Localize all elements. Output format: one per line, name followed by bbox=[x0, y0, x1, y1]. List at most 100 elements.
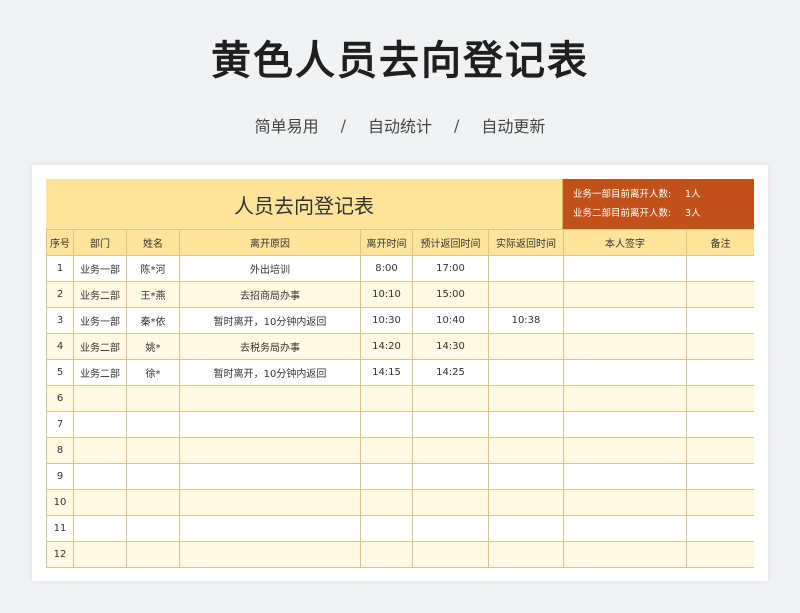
reason-cell[interactable] bbox=[179, 489, 361, 516]
signature-cell[interactable] bbox=[563, 541, 687, 568]
col-header-dept[interactable]: 部门 bbox=[73, 229, 127, 256]
leave-time-cell[interactable] bbox=[360, 463, 413, 490]
actual-return-cell[interactable] bbox=[488, 489, 564, 516]
actual-return-cell[interactable] bbox=[488, 437, 564, 464]
signature-cell[interactable] bbox=[563, 437, 687, 464]
index-cell[interactable]: 12 bbox=[46, 541, 74, 568]
notes-cell[interactable] bbox=[686, 463, 754, 490]
name-cell[interactable]: 陈*河 bbox=[126, 255, 180, 282]
signature-cell[interactable] bbox=[563, 255, 687, 282]
col-header-reason[interactable]: 离开原因 bbox=[179, 229, 361, 256]
name-cell[interactable]: 秦*依 bbox=[126, 307, 180, 334]
summary-value[interactable]: 1人 bbox=[685, 185, 701, 204]
expected-return-cell[interactable]: 15:00 bbox=[412, 281, 489, 308]
col-header-actual-return[interactable]: 实际返回时间 bbox=[488, 229, 564, 256]
index-cell[interactable]: 6 bbox=[46, 385, 74, 412]
name-cell[interactable] bbox=[126, 515, 180, 542]
signature-cell[interactable] bbox=[563, 385, 687, 412]
name-cell[interactable] bbox=[126, 437, 180, 464]
leave-time-cell[interactable]: 14:15 bbox=[360, 359, 413, 386]
leave-time-cell[interactable] bbox=[360, 411, 413, 438]
notes-cell[interactable] bbox=[686, 437, 754, 464]
dept-cell[interactable]: 业务二部 bbox=[73, 359, 127, 386]
expected-return-cell[interactable]: 14:30 bbox=[412, 333, 489, 360]
notes-cell[interactable] bbox=[686, 385, 754, 412]
reason-cell[interactable]: 去招商局办事 bbox=[179, 281, 361, 308]
leave-time-cell[interactable]: 10:30 bbox=[360, 307, 413, 334]
reason-cell[interactable] bbox=[179, 385, 361, 412]
name-cell[interactable] bbox=[126, 411, 180, 438]
notes-cell[interactable] bbox=[686, 489, 754, 516]
expected-return-cell[interactable]: 17:00 bbox=[412, 255, 489, 282]
expected-return-cell[interactable] bbox=[412, 489, 489, 516]
name-cell[interactable] bbox=[126, 541, 180, 568]
signature-cell[interactable] bbox=[563, 515, 687, 542]
dept-cell[interactable]: 业务二部 bbox=[73, 333, 127, 360]
name-cell[interactable]: 徐* bbox=[126, 359, 180, 386]
index-cell[interactable]: 7 bbox=[46, 411, 74, 438]
leave-time-cell[interactable] bbox=[360, 515, 413, 542]
reason-cell[interactable] bbox=[179, 411, 361, 438]
actual-return-cell[interactable] bbox=[488, 463, 564, 490]
signature-cell[interactable] bbox=[563, 333, 687, 360]
actual-return-cell[interactable] bbox=[488, 541, 564, 568]
actual-return-cell[interactable] bbox=[488, 385, 564, 412]
reason-cell[interactable]: 暂时离开，10分钟内返回 bbox=[179, 359, 361, 386]
signature-cell[interactable] bbox=[563, 281, 687, 308]
notes-cell[interactable] bbox=[686, 359, 754, 386]
expected-return-cell[interactable] bbox=[412, 515, 489, 542]
reason-cell[interactable] bbox=[179, 437, 361, 464]
notes-cell[interactable] bbox=[686, 333, 754, 360]
reason-cell[interactable] bbox=[179, 541, 361, 568]
signature-cell[interactable] bbox=[563, 411, 687, 438]
reason-cell[interactable] bbox=[179, 515, 361, 542]
leave-time-cell[interactable] bbox=[360, 437, 413, 464]
dept-cell[interactable] bbox=[73, 385, 127, 412]
col-header-notes[interactable]: 备注 bbox=[686, 229, 754, 256]
signature-cell[interactable] bbox=[563, 463, 687, 490]
actual-return-cell[interactable]: 10:38 bbox=[488, 307, 564, 334]
col-header-leave-time[interactable]: 离开时间 bbox=[360, 229, 413, 256]
expected-return-cell[interactable] bbox=[412, 541, 489, 568]
dept-cell[interactable] bbox=[73, 541, 127, 568]
dept-cell[interactable]: 业务二部 bbox=[73, 281, 127, 308]
reason-cell[interactable] bbox=[179, 463, 361, 490]
leave-time-cell[interactable] bbox=[360, 541, 413, 568]
name-cell[interactable] bbox=[126, 489, 180, 516]
dept-cell[interactable] bbox=[73, 489, 127, 516]
actual-return-cell[interactable] bbox=[488, 515, 564, 542]
leave-time-cell[interactable]: 10:10 bbox=[360, 281, 413, 308]
actual-return-cell[interactable] bbox=[488, 359, 564, 386]
sheet-title[interactable]: 人员去向登记表 bbox=[46, 179, 563, 229]
actual-return-cell[interactable] bbox=[488, 255, 564, 282]
expected-return-cell[interactable] bbox=[412, 385, 489, 412]
leave-time-cell[interactable] bbox=[360, 385, 413, 412]
notes-cell[interactable] bbox=[686, 255, 754, 282]
dept-cell[interactable]: 业务一部 bbox=[73, 307, 127, 334]
dept-cell[interactable] bbox=[73, 515, 127, 542]
index-cell[interactable]: 2 bbox=[46, 281, 74, 308]
expected-return-cell[interactable] bbox=[412, 437, 489, 464]
dept-cell[interactable] bbox=[73, 411, 127, 438]
notes-cell[interactable] bbox=[686, 541, 754, 568]
index-cell[interactable]: 5 bbox=[46, 359, 74, 386]
notes-cell[interactable] bbox=[686, 281, 754, 308]
name-cell[interactable] bbox=[126, 385, 180, 412]
signature-cell[interactable] bbox=[563, 359, 687, 386]
notes-cell[interactable] bbox=[686, 515, 754, 542]
actual-return-cell[interactable] bbox=[488, 333, 564, 360]
signature-cell[interactable] bbox=[563, 489, 687, 516]
dept-cell[interactable] bbox=[73, 437, 127, 464]
actual-return-cell[interactable] bbox=[488, 411, 564, 438]
expected-return-cell[interactable]: 10:40 bbox=[412, 307, 489, 334]
index-cell[interactable]: 4 bbox=[46, 333, 74, 360]
reason-cell[interactable]: 暂时离开，10分钟内返回 bbox=[179, 307, 361, 334]
expected-return-cell[interactable]: 14:25 bbox=[412, 359, 489, 386]
index-cell[interactable]: 9 bbox=[46, 463, 74, 490]
expected-return-cell[interactable] bbox=[412, 411, 489, 438]
col-header-name[interactable]: 姓名 bbox=[126, 229, 180, 256]
summary-value[interactable]: 3人 bbox=[685, 204, 701, 223]
index-cell[interactable]: 11 bbox=[46, 515, 74, 542]
reason-cell[interactable]: 去税务局办事 bbox=[179, 333, 361, 360]
col-header-signature[interactable]: 本人签字 bbox=[563, 229, 687, 256]
